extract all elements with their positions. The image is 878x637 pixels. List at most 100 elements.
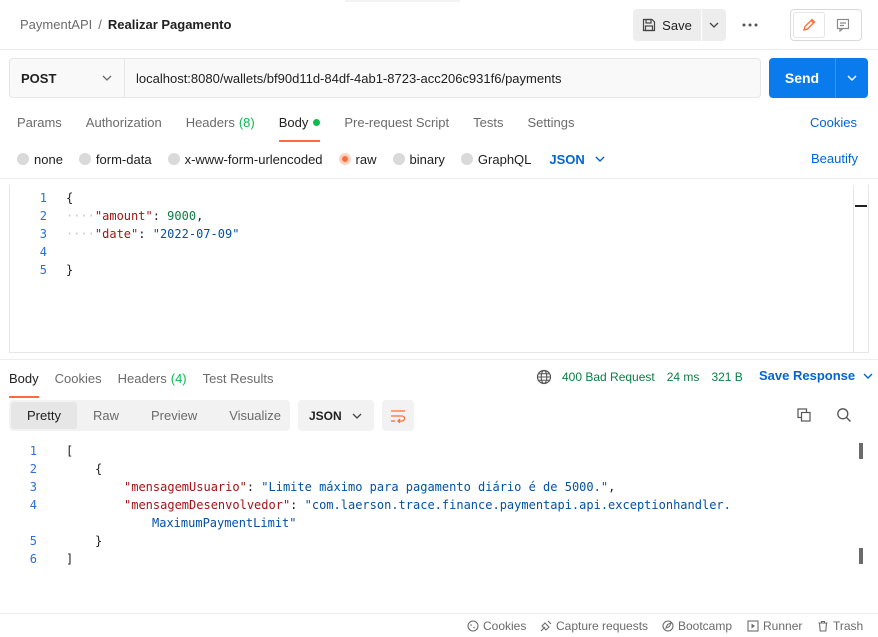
send-button[interactable]: Send xyxy=(769,58,835,98)
editor-line: 3 ····"date": "2022-07-09" xyxy=(10,225,870,243)
response-size[interactable]: 321 B xyxy=(711,370,742,384)
response-scrollbar-thumb[interactable] xyxy=(859,443,863,459)
view-tab-raw[interactable]: Raw xyxy=(77,402,135,429)
radio-label: form-data xyxy=(95,151,152,167)
breadcrumb: PaymentAPI / Realizar Pagamento xyxy=(20,17,231,32)
brace-close: } xyxy=(66,263,74,277)
breadcrumb-collection[interactable]: PaymentAPI xyxy=(20,17,92,32)
radio-x-www-form-urlencoded[interactable]: x-www-form-urlencoded xyxy=(167,152,323,167)
more-horizontal-icon xyxy=(742,23,758,27)
response-tab-body[interactable]: Body xyxy=(9,368,39,398)
response-format-select[interactable]: JSON xyxy=(298,400,374,431)
view-tab-preview[interactable]: Preview xyxy=(135,402,213,429)
documentation-mode-button[interactable] xyxy=(827,12,859,38)
view-tab-pretty[interactable]: Pretty xyxy=(11,402,77,429)
response-line: 2 { xyxy=(0,460,860,478)
tab-settings[interactable]: Settings xyxy=(527,112,574,138)
line-number: 1 xyxy=(29,444,37,458)
beautify-link[interactable]: Beautify xyxy=(811,151,858,166)
bootcamp-icon xyxy=(662,620,674,632)
breadcrumb-separator: / xyxy=(98,17,102,32)
response-scrollbar-thumb[interactable] xyxy=(859,548,863,564)
tab-pre-request-script[interactable]: Pre-request Script xyxy=(344,112,449,138)
body-format-label: JSON xyxy=(549,151,585,167)
line-number: 1 xyxy=(39,191,47,205)
footer-trash[interactable]: Trash xyxy=(817,619,863,633)
tab-label: Tests xyxy=(473,115,504,130)
response-body-viewer[interactable]: 1 [ 2 { 3 "mensagemUsuario": "Limite máx… xyxy=(0,442,858,612)
tab-headers[interactable]: Headers (8) xyxy=(186,112,255,138)
response-tabs: Body Cookies Headers (4) Test Results xyxy=(9,368,289,398)
footer-label: Cookies xyxy=(483,619,527,633)
editor-scrollbar-thumb[interactable] xyxy=(855,205,867,207)
json-value: "Limite máximo para pagamento diário é d… xyxy=(261,480,609,494)
tab-authorization[interactable]: Authorization xyxy=(86,112,162,138)
response-tab-test-results[interactable]: Test Results xyxy=(203,368,274,394)
response-line: 6 ] xyxy=(0,550,860,568)
radio-circle xyxy=(460,153,473,165)
view-tab-visualize[interactable]: Visualize xyxy=(213,402,297,429)
tab-label: Settings xyxy=(527,115,575,130)
chevron-down-icon xyxy=(595,156,605,162)
chevron-down-icon xyxy=(847,75,857,81)
more-actions-button[interactable] xyxy=(739,15,761,35)
save-label: Save xyxy=(662,17,692,33)
radio-graphql[interactable]: GraphQL xyxy=(460,152,531,167)
tab-body[interactable]: Body xyxy=(278,112,321,142)
response-tab-headers[interactable]: Headers (4) xyxy=(118,368,187,394)
body-format-select[interactable]: JSON xyxy=(549,151,605,167)
tab-params[interactable]: Params xyxy=(17,112,62,138)
response-headers-count: (4) xyxy=(170,371,187,386)
line-code: "mensagemDesenvolvedor": "com.laerson.tr… xyxy=(124,498,731,512)
comment-icon xyxy=(836,18,850,32)
chevron-down-icon xyxy=(863,373,873,379)
save-response-button[interactable]: Save Response xyxy=(759,368,873,383)
cookies-link[interactable]: Cookies xyxy=(810,115,857,130)
chevron-down-icon xyxy=(352,413,362,419)
search-icon xyxy=(836,407,854,423)
response-line: 5 } xyxy=(0,532,860,550)
globe-icon[interactable] xyxy=(536,369,552,385)
line-code: } xyxy=(66,261,73,279)
wrap-lines-button[interactable] xyxy=(382,400,414,431)
request-tabs: Params Authorization Headers (8) Body Pre… xyxy=(17,112,598,142)
footer-capture-requests[interactable]: Capture requests xyxy=(540,619,648,633)
radio-label: none xyxy=(34,151,63,167)
tab-tests[interactable]: Tests xyxy=(473,112,503,138)
url-bar: POST localhost:8080/wallets/bf90d11d-84d… xyxy=(9,58,761,98)
radio-none[interactable]: none xyxy=(17,152,63,167)
radio-form-data[interactable]: form-data xyxy=(78,151,152,167)
response-time[interactable]: 24 ms xyxy=(667,370,700,384)
line-code: } xyxy=(95,534,103,548)
footer-cookies[interactable]: Cookies xyxy=(467,619,526,633)
headers-count: (8) xyxy=(238,115,255,130)
brace-open: { xyxy=(66,191,74,205)
tab-label: Headers xyxy=(185,115,235,130)
breadcrumb-request-name[interactable]: Realizar Pagamento xyxy=(108,17,232,32)
request-body-editor[interactable]: 1 { 2 ····"amount": 9000, 3 ····"date": … xyxy=(9,185,869,353)
line-number: 6 xyxy=(29,552,37,566)
response-tab-cookies[interactable]: Cookies xyxy=(55,368,102,394)
search-response-button[interactable] xyxy=(836,407,854,425)
line-number: 4 xyxy=(39,245,47,259)
save-options-dropdown[interactable] xyxy=(702,9,726,41)
json-sep: : xyxy=(138,227,153,241)
save-button[interactable]: Save xyxy=(633,9,701,41)
send-options-dropdown[interactable] xyxy=(835,58,868,98)
edit-mode-button[interactable] xyxy=(793,12,825,38)
radio-raw[interactable]: raw xyxy=(338,152,377,167)
save-icon xyxy=(642,18,656,32)
url-input[interactable]: localhost:8080/wallets/bf90d11d-84df-4ab… xyxy=(125,59,760,97)
copy-response-button[interactable] xyxy=(796,407,814,425)
method-select[interactable]: POST xyxy=(10,59,125,97)
footer-bootcamp[interactable]: Bootcamp xyxy=(662,619,732,633)
editor-line: 2 ····"amount": 9000, xyxy=(10,207,870,225)
line-code: ····"amount": 9000, xyxy=(66,209,204,223)
response-divider[interactable] xyxy=(0,359,878,360)
footer-runner[interactable]: Runner xyxy=(747,619,802,633)
line-number: 4 xyxy=(29,498,37,512)
radio-binary[interactable]: binary xyxy=(392,152,445,167)
editor-line: 5 } xyxy=(10,261,870,279)
status-code[interactable]: 400 Bad Request xyxy=(562,370,655,384)
footer-label: Capture requests xyxy=(556,619,649,633)
